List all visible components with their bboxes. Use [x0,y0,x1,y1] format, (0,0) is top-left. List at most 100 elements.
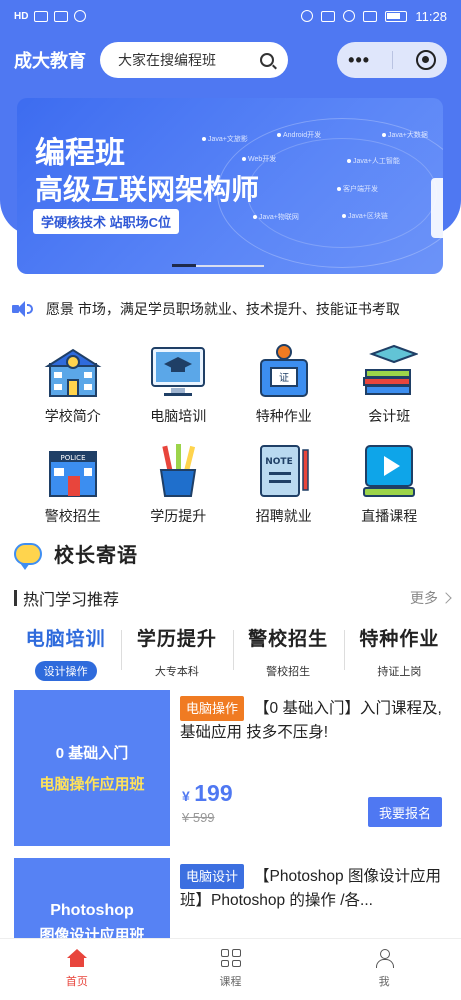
course-thumbnail: 0 基础入门 电脑操作应用班 [14,690,170,846]
category-label: 招聘就业 [255,508,312,524]
course-title: 电脑操作 【0 基础入门】入门课程及,基础应用 技多不压身! [180,696,446,744]
eye-icon [301,10,314,22]
play-screen-icon [360,442,418,500]
banner-decoration [431,178,443,238]
tab-name: 电脑培训 [25,629,106,650]
banner-indicator [172,264,264,267]
search-icon[interactable] [260,53,274,67]
svg-text:POLICE: POLICE [60,454,85,462]
category-computer-training[interactable]: 电脑培训 [126,342,232,426]
tab-sub: 持证上岗 [377,666,422,678]
home-icon [66,949,87,967]
thumb-line1: 0 基础入门 [55,745,129,762]
category-education-upgrade[interactable]: 学历提升 [126,442,232,526]
category-special-operation[interactable]: 证 特种作业 [231,342,337,426]
category-school-intro[interactable]: 学校简介 [20,342,126,426]
school-building-icon [44,342,102,400]
capsule-divider [392,51,394,69]
nav-courses[interactable]: 课程 [154,939,308,1000]
books-cap-icon [360,342,420,400]
notebook-icon: NOTE [255,442,313,500]
chevron-right-icon [440,592,452,604]
police-station-icon: POLICE [44,442,102,500]
app-notification-icon [74,10,87,22]
indicator-track [196,265,264,267]
more-link[interactable]: 更多 [410,588,452,608]
wifi-icon [54,10,69,22]
search-placeholder: 大家在搜编程班 [118,52,216,68]
enroll-button[interactable]: 我要报名 [368,797,442,827]
tab-sub: 警校招生 [266,666,311,678]
more-label: 更多 [410,590,438,606]
tab-computer-training[interactable]: 电脑培训 设计操作 [10,624,121,681]
mute-icon [363,10,378,22]
banner-title: 编程班 [35,137,125,170]
signal-icon [34,10,49,22]
close-mini-program-icon[interactable] [415,50,436,70]
banner-node: Java+物联网 [253,212,299,222]
notice-bar[interactable]: 愿景 市场，满足学员职场就业、技术提升、技能证书考取 [12,298,452,320]
bottom-nav: 首页 课程 我 [0,938,461,1000]
principal-message[interactable]: 校长寄语 [14,539,138,570]
more-icon[interactable]: ••• [348,50,370,71]
category-police-school[interactable]: POLICE 警校招生 [20,442,126,526]
course-tag: 电脑设计 [180,864,245,889]
mini-program-capsule: ••• [337,42,447,78]
category-recruitment[interactable]: NOTE 招聘就业 [231,442,337,526]
promo-banner[interactable]: 编程班 高级互联网架构师 学硬核技术 站职场C位 Java+文旅影 Androi… [17,98,443,274]
app-header: 成大教育 大家在搜编程班 ••• [0,40,461,80]
clock: 11:28 [415,8,447,24]
original-price: ¥ 599 [182,810,215,825]
banner-node: 客户端开发 [337,184,378,194]
category-label: 学历提升 [150,508,207,524]
course-title: 电脑设计 【Photoshop 图像设计应用班】Photoshop 的操作 /各.… [180,864,446,912]
nav-home[interactable]: 首页 [0,939,154,1000]
section-bar [14,590,17,606]
price-value: 199 [194,780,233,806]
price-symbol: ¥ [182,788,190,804]
banner-node: Java+人工智能 [347,156,400,166]
category-label: 学校简介 [44,408,101,424]
course-card[interactable]: 0 基础入门 电脑操作应用班 电脑操作 【0 基础入门】入门课程及,基础应用 技多… [14,690,454,846]
course-tag: 电脑操作 [180,696,245,721]
tab-sub: 大专本科 [154,666,199,678]
banner-node: Web开发 [242,154,276,164]
tab-education-upgrade[interactable]: 学历提升 大专本科 [121,624,232,681]
principal-title: 校长寄语 [54,545,138,567]
svg-text:NOTE: NOTE [265,457,292,467]
category-live-courses[interactable]: 直播课程 [337,442,443,526]
alarm-icon [343,10,356,22]
banner-subtitle: 高级互联网架构师 [35,174,260,205]
user-icon [375,949,395,968]
category-label: 会计班 [368,408,411,424]
banner-node: Java+区块链 [342,211,388,221]
category-label: 电脑培训 [150,408,207,424]
current-price: ¥ 199 [182,780,233,807]
tab-special-operation[interactable]: 特种作业 持证上岗 [343,624,455,681]
speaker-icon [12,301,34,317]
course-grid-icon [220,949,241,967]
tab-name: 特种作业 [359,629,440,650]
computer-monitor-icon [149,342,207,400]
course-info: 电脑操作 【0 基础入门】入门课程及,基础应用 技多不压身! ¥ 199 ¥ 59… [170,690,454,846]
network-type: HD [14,10,29,22]
thumb-line1: Photoshop [50,902,134,919]
thumb-line2: 电脑操作应用班 [39,776,145,793]
category-accounting[interactable]: 会计班 [337,342,443,426]
nav-me[interactable]: 我 [307,939,461,1000]
indicator-dot-active [172,264,196,267]
category-label: 警校招生 [44,508,101,524]
pen-holder-icon [149,442,207,500]
tab-name: 学历提升 [136,629,217,650]
nfc-icon [321,10,336,22]
category-grid: 学校简介 电脑培训 证 特种作业 会计班 POLICE 警校招生 学历提升 NO… [20,342,442,526]
hot-title: 热门学习推荐 [23,592,120,609]
nav-label: 课程 [219,976,242,988]
brand-title: 成大教育 [14,51,86,71]
banner-tag: 学硬核技术 站职场C位 [33,209,180,234]
banner-node: Java+文旅影 [202,134,248,144]
certificate-badge-icon: 证 [255,342,313,400]
tab-police-school[interactable]: 警校招生 警校招生 [232,624,344,681]
banner-node: Android开发 [277,130,321,140]
search-box[interactable]: 大家在搜编程班 [100,42,288,78]
